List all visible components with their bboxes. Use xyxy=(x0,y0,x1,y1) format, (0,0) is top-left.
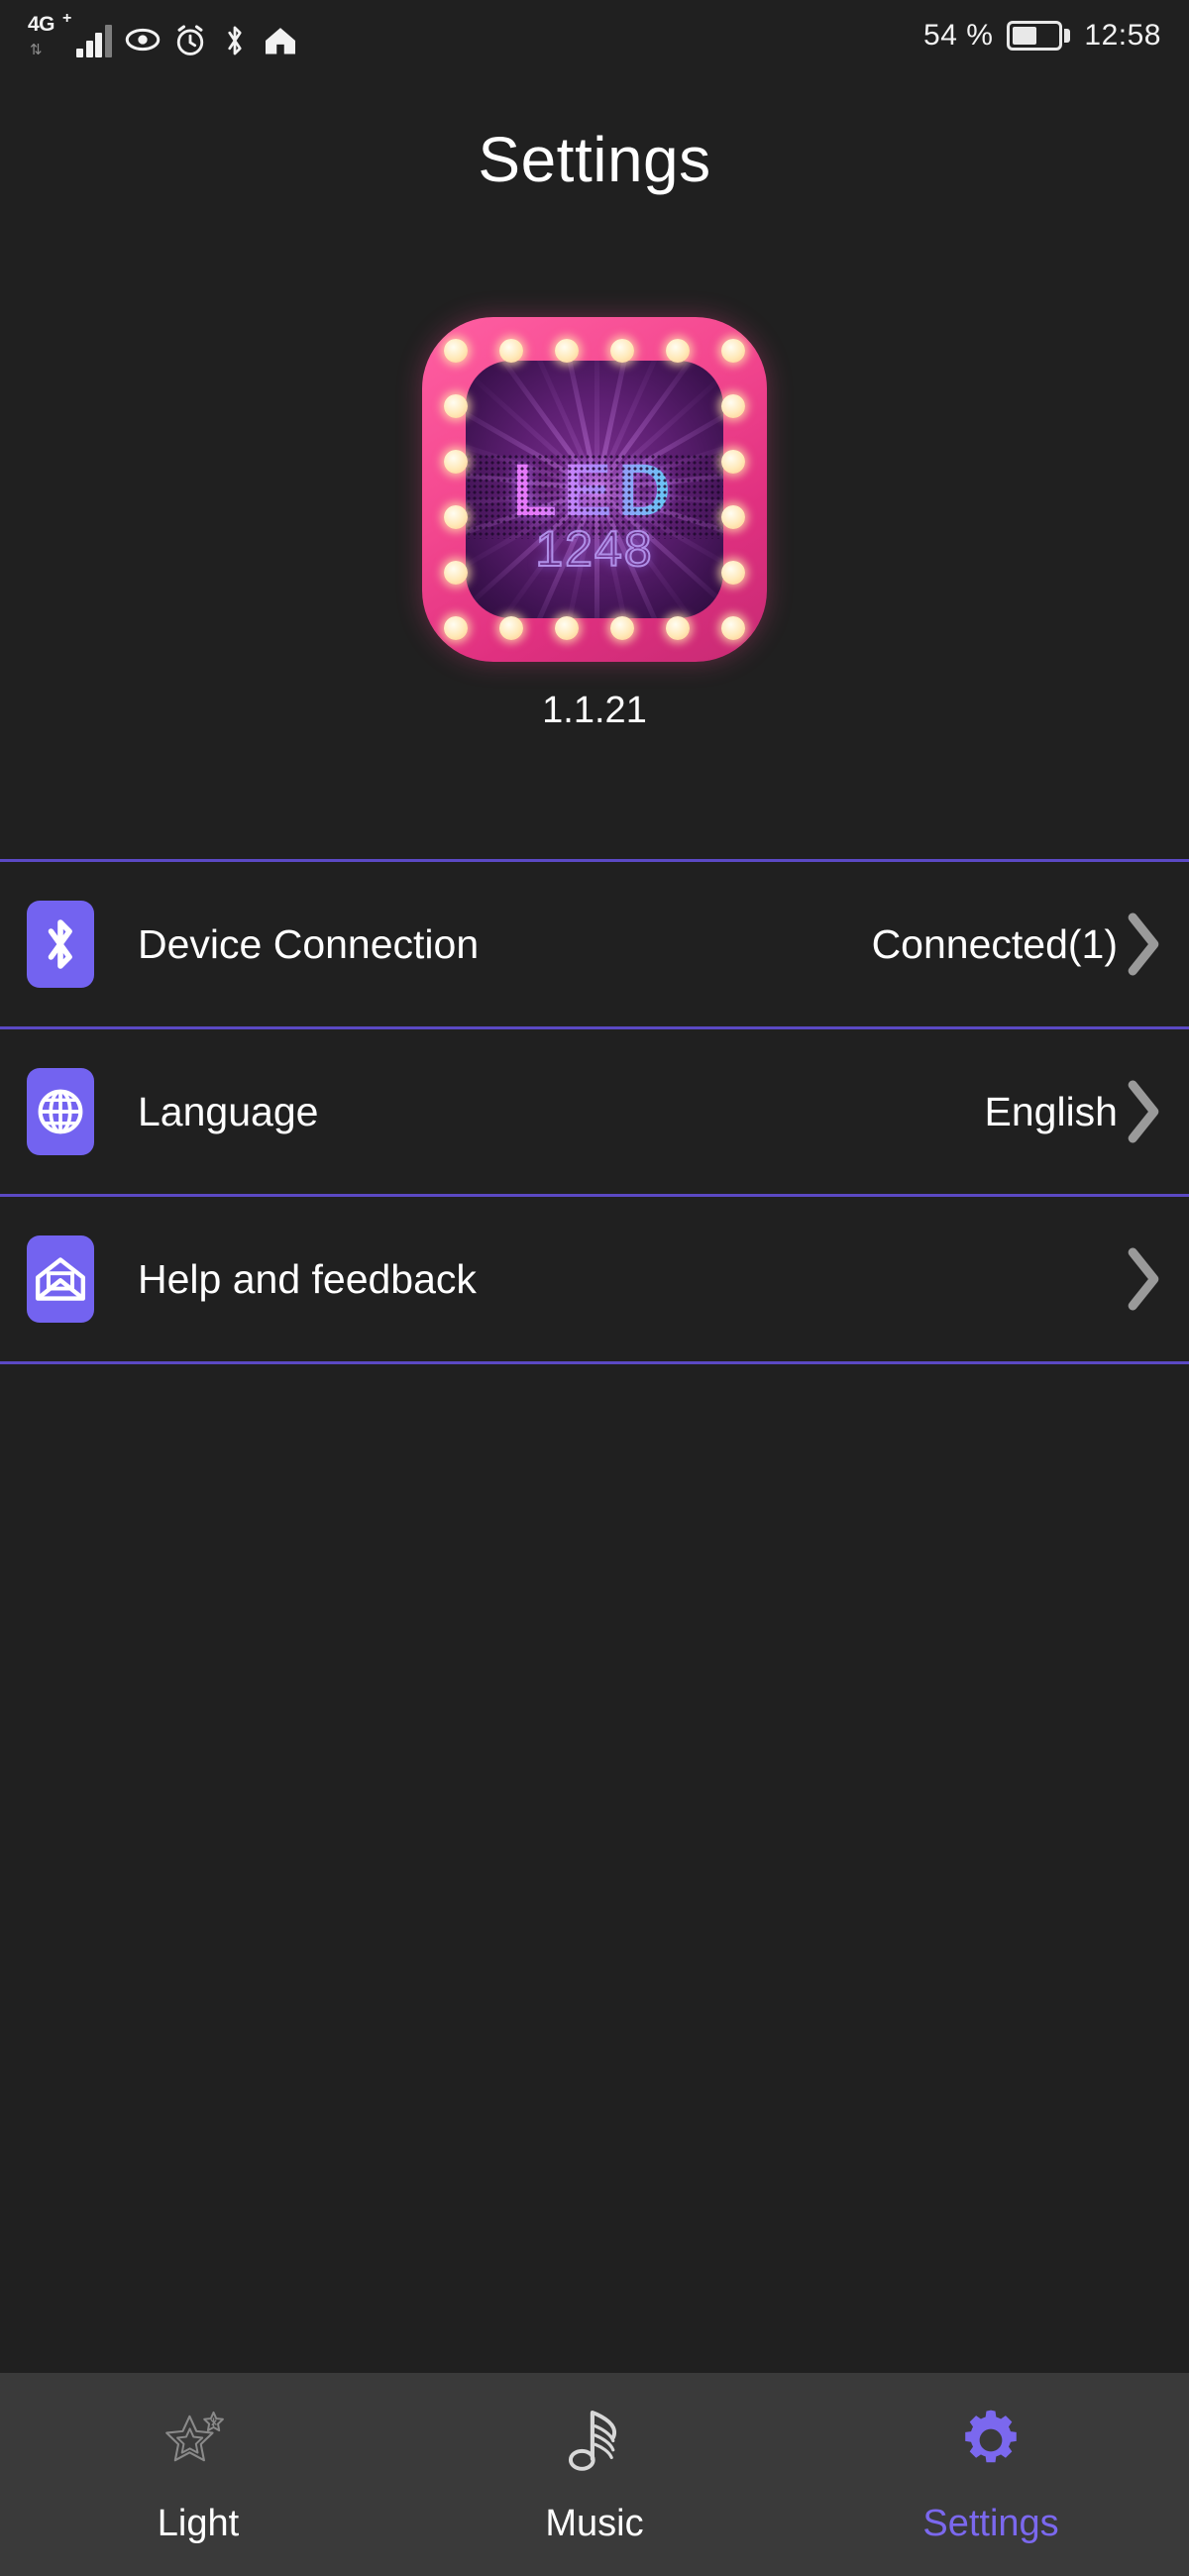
gear-icon xyxy=(956,2404,1026,2477)
status-bar: 4G + ⇅ 54 % 12:58 xyxy=(0,0,1189,71)
settings-row-label: Device Connection xyxy=(138,920,480,967)
home-icon xyxy=(263,24,298,57)
content-spacer xyxy=(0,1364,1189,2373)
nav-item-settings[interactable]: Settings xyxy=(793,2373,1189,2576)
app-version-label: 1.1.21 xyxy=(542,690,647,731)
settings-row-right: English xyxy=(985,1077,1167,1146)
battery-percent-label: 54 % xyxy=(923,19,994,52)
network-type: 4G + ⇅ xyxy=(28,10,73,58)
settings-row-label: Help and feedback xyxy=(138,1255,477,1302)
chevron-right-icon[interactable] xyxy=(1120,1244,1167,1314)
settings-row-device-connection[interactable]: Device Connection Connected(1) xyxy=(0,862,1189,1026)
settings-row-value: Connected(1) xyxy=(871,920,1118,967)
app-icon-number-text: 1248 xyxy=(534,520,654,578)
nav-item-light[interactable]: Light xyxy=(0,2373,396,2576)
status-bar-left: 4G + ⇅ xyxy=(28,10,298,58)
bluetooth-icon xyxy=(220,24,250,57)
settings-row-right xyxy=(1118,1244,1167,1314)
chevron-right-icon[interactable] xyxy=(1120,1077,1167,1146)
bluetooth-icon xyxy=(27,901,94,988)
cellular-signal-group: 4G + ⇅ xyxy=(28,10,112,58)
chevron-right-icon[interactable] xyxy=(1120,910,1167,979)
music-note-icon xyxy=(563,2404,626,2477)
nav-item-label: Settings xyxy=(922,2503,1059,2544)
signal-bars-icon xyxy=(76,24,112,57)
settings-row-value: English xyxy=(984,1088,1118,1134)
settings-row-help-and-feedback[interactable]: Help and feedback xyxy=(0,1197,1189,1361)
nav-item-music[interactable]: Music xyxy=(396,2373,793,2576)
nav-item-label: Light xyxy=(157,2503,240,2544)
app-icon-inner-panel: LED 1248 xyxy=(466,361,723,618)
settings-list: Device Connection Connected(1) Language … xyxy=(0,859,1189,1364)
status-bar-right: 54 % 12:58 xyxy=(923,19,1161,53)
app-screen: 4G + ⇅ 54 % 12:58 Settings LED 1248 1.1.… xyxy=(0,0,1189,2576)
led-1248-app-icon: LED 1248 xyxy=(422,317,767,662)
envelope-icon xyxy=(27,1235,94,1323)
page-title: Settings xyxy=(478,124,711,195)
star-outline-icon xyxy=(162,2404,235,2477)
alarm-icon xyxy=(173,24,207,57)
network-type-label: 4G xyxy=(28,13,55,36)
network-plus-label: + xyxy=(62,10,72,27)
nav-item-label: Music xyxy=(545,2503,644,2544)
eye-icon xyxy=(125,22,161,57)
settings-row-label: Language xyxy=(138,1088,319,1134)
app-icon-led-text: LED xyxy=(466,453,723,527)
globe-icon xyxy=(27,1068,94,1155)
data-transfer-icon: ⇅ xyxy=(30,42,43,58)
clock-label: 12:58 xyxy=(1084,19,1161,52)
battery-icon xyxy=(1007,21,1071,51)
settings-row-language[interactable]: Language English xyxy=(0,1029,1189,1194)
bottom-navigation-bar: Light Music Settings xyxy=(0,2373,1189,2576)
settings-row-right: Connected(1) xyxy=(872,910,1167,979)
app-logo-block: LED 1248 1.1.21 xyxy=(0,317,1189,732)
